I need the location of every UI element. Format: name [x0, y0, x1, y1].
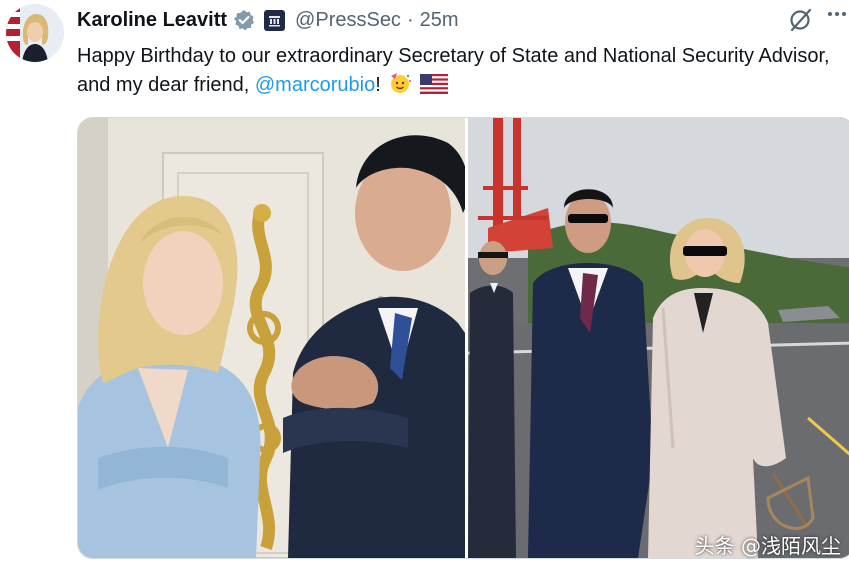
tweet-text-body: Happy Birthday to our extraordinary Secr…: [77, 45, 830, 96]
avatar[interactable]: [6, 4, 64, 62]
tweet-text-end: !: [375, 74, 381, 96]
media-grid: [77, 117, 849, 559]
more-icon[interactable]: [826, 3, 848, 31]
photo-rubio-leavitt-carrier-deck[interactable]: [467, 118, 849, 558]
tweet-header: Karoline Leavitt @PressSec · 25m: [77, 6, 849, 34]
author-name[interactable]: Karoline Leavitt: [77, 9, 227, 32]
timestamp[interactable]: 25m: [420, 9, 459, 32]
mention-link[interactable]: @marcorubio: [255, 74, 375, 96]
us-flag-emoji-icon: [419, 74, 448, 103]
verified-badge-icon: [233, 9, 255, 31]
affiliation-badge-icon[interactable]: [264, 9, 286, 31]
separator-dot: ·: [406, 8, 414, 31]
tweet-text: Happy Birthday to our extraordinary Secr…: [77, 42, 837, 103]
photo-rubio-leavitt-indoor[interactable]: [78, 118, 469, 558]
party-face-emoji-icon: [388, 72, 412, 103]
grok-icon[interactable]: [787, 6, 815, 34]
watermark: 头条 @浅陌风尘: [694, 534, 841, 558]
author-handle[interactable]: @PressSec: [295, 9, 401, 32]
